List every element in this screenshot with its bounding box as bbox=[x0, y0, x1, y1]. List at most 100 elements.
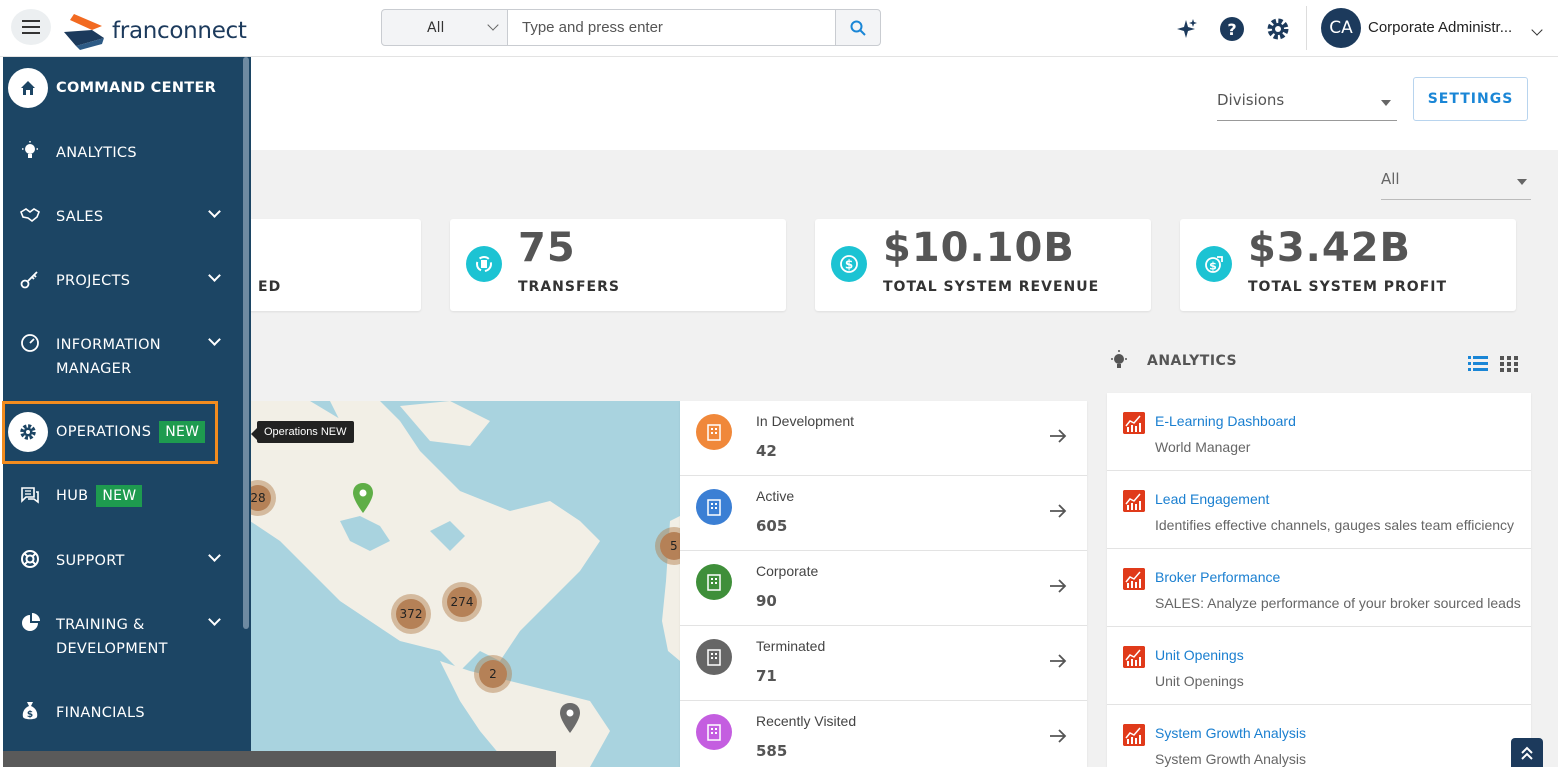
arrow-right-icon[interactable] bbox=[1049, 727, 1067, 745]
building-icon bbox=[696, 714, 732, 750]
map-cluster[interactable]: 2 bbox=[474, 655, 512, 693]
key-icon bbox=[19, 268, 41, 290]
sparkle-icon[interactable] bbox=[1170, 13, 1202, 45]
analytics-item-title[interactable]: Lead Engagement bbox=[1155, 491, 1269, 507]
search-button[interactable] bbox=[836, 10, 880, 45]
sidebar-item-sales[interactable]: SALES bbox=[3, 204, 238, 234]
transfer-icon bbox=[466, 246, 502, 282]
sidebar-item-hub-row: HUB NEW bbox=[56, 484, 143, 508]
arrow-right-icon[interactable] bbox=[1049, 502, 1067, 520]
sidebar-item-projects[interactable]: PROJECTS bbox=[3, 268, 238, 298]
svg-text:$: $ bbox=[1209, 260, 1217, 273]
sidebar-item-financials[interactable]: $ FINANCIALS bbox=[3, 700, 238, 730]
arrow-right-icon[interactable] bbox=[1049, 577, 1067, 595]
sidebar-item-label: SUPPORT bbox=[56, 553, 125, 569]
dollar-icon: $ bbox=[831, 246, 867, 282]
global-search: All bbox=[381, 9, 881, 46]
chevron-down-icon[interactable] bbox=[1531, 24, 1543, 36]
cluster-count: 2 bbox=[479, 660, 507, 688]
stat-card-transfers[interactable]: 75 TRANSFERS bbox=[450, 219, 786, 311]
status-row[interactable]: Active 605 bbox=[680, 476, 1087, 551]
report-chart-icon bbox=[1123, 646, 1145, 668]
top-bar: franconnect All ? CA Corporate Administr… bbox=[0, 0, 1558, 57]
caret-down-icon bbox=[1381, 100, 1391, 106]
analytics-item[interactable]: Broker Performance SALES: Analyze perfor… bbox=[1107, 549, 1531, 627]
stat-card-revenue[interactable]: $ $10.10B TOTAL SYSTEM REVENUE bbox=[815, 219, 1151, 311]
analytics-item-title[interactable]: E-Learning Dashboard bbox=[1155, 413, 1296, 429]
map-pin-icon[interactable] bbox=[353, 483, 373, 513]
home-icon bbox=[8, 68, 48, 108]
report-chart-icon bbox=[1123, 724, 1145, 746]
map-cluster[interactable]: 372 bbox=[391, 594, 431, 634]
settings-button[interactable]: SETTINGS bbox=[1413, 77, 1528, 121]
list-view-icon[interactable] bbox=[1468, 355, 1488, 373]
sidebar-item-analytics[interactable]: ANALYTICS bbox=[3, 140, 238, 170]
sidebar-item-command-center[interactable]: COMMAND CENTER bbox=[3, 68, 238, 108]
chevron-down-icon bbox=[208, 613, 221, 626]
svg-text:?: ? bbox=[1227, 20, 1236, 39]
sidebar-item-label-line2: MANAGER bbox=[56, 361, 132, 377]
locations-map[interactable]: 28 372 274 2 5 bbox=[250, 401, 680, 767]
stat-card-profit[interactable]: $ $3.42B TOTAL SYSTEM PROFIT bbox=[1180, 219, 1516, 311]
money-bag-icon: $ bbox=[19, 700, 41, 722]
sidebar-item-training-development[interactable]: TRAINING & DEVELOPMENT bbox=[3, 612, 238, 662]
sidebar-item-label: SALES bbox=[56, 209, 104, 225]
status-label: Recently Visited bbox=[756, 713, 857, 729]
status-row[interactable]: Corporate 90 bbox=[680, 551, 1087, 626]
handshake-icon bbox=[19, 204, 41, 226]
building-icon bbox=[696, 564, 732, 600]
sidebar-item-label: HUB bbox=[56, 488, 89, 504]
status-label: Active bbox=[756, 488, 795, 504]
help-icon[interactable]: ? bbox=[1216, 13, 1248, 45]
arrow-right-icon[interactable] bbox=[1049, 652, 1067, 670]
grid-view-icon[interactable] bbox=[1500, 355, 1518, 373]
franconnect-logo-mark bbox=[64, 14, 104, 50]
cluster-count: 28 bbox=[250, 485, 271, 511]
divisions-select[interactable]: Divisions bbox=[1217, 91, 1397, 121]
search-category-select[interactable]: All bbox=[382, 10, 507, 45]
status-label: Terminated bbox=[756, 638, 826, 654]
stat-value: 75 bbox=[518, 225, 576, 271]
lightbulb-icon bbox=[1111, 350, 1127, 368]
header-divider bbox=[1306, 6, 1307, 50]
gauge-icon bbox=[19, 332, 41, 354]
status-count: 605 bbox=[756, 517, 788, 535]
franconnect-logo[interactable]: franconnect bbox=[62, 12, 247, 50]
sidebar-item-label-line2: DEVELOPMENT bbox=[56, 641, 168, 657]
status-row[interactable]: Terminated 71 bbox=[680, 626, 1087, 701]
sidebar-scrollbar[interactable] bbox=[243, 57, 249, 629]
avatar[interactable]: CA bbox=[1321, 8, 1361, 48]
analytics-item[interactable]: System Growth Analysis System Growth Ana… bbox=[1107, 705, 1531, 767]
map-pin-icon[interactable] bbox=[560, 703, 580, 733]
analytics-item-title[interactable]: Unit Openings bbox=[1155, 647, 1244, 663]
new-badge: NEW bbox=[96, 485, 143, 507]
sidebar-item-information-manager[interactable]: INFORMATION MANAGER bbox=[3, 332, 238, 382]
filter-select[interactable]: All bbox=[1381, 170, 1531, 200]
hamburger-menu-icon[interactable] bbox=[11, 9, 51, 45]
scroll-to-top-button[interactable] bbox=[1511, 738, 1543, 767]
chevron-down-icon bbox=[208, 269, 221, 282]
status-row[interactable]: Recently Visited 585 bbox=[680, 701, 1087, 767]
analytics-item-desc: System Growth Analysis bbox=[1155, 751, 1306, 767]
sidebar-item-label: COMMAND CENTER bbox=[56, 80, 217, 96]
sidebar-item-support[interactable]: SUPPORT bbox=[3, 548, 238, 578]
caret-down-icon bbox=[1517, 179, 1527, 185]
analytics-item-title[interactable]: Broker Performance bbox=[1155, 569, 1280, 585]
arrow-right-icon[interactable] bbox=[1049, 427, 1067, 445]
logo-text: franconnect bbox=[112, 18, 247, 44]
status-count: 585 bbox=[756, 742, 788, 760]
gear-icon[interactable] bbox=[1262, 13, 1294, 45]
analytics-item-title[interactable]: System Growth Analysis bbox=[1155, 725, 1306, 741]
building-icon bbox=[696, 489, 732, 525]
map-cluster[interactable]: 274 bbox=[442, 582, 482, 622]
analytics-item[interactable]: Lead Engagement Identifies effective cha… bbox=[1107, 471, 1531, 549]
search-input[interactable] bbox=[507, 10, 836, 45]
sidebar-item-label: FINANCIALS bbox=[56, 705, 145, 721]
analytics-item[interactable]: E-Learning Dashboard World Manager bbox=[1107, 393, 1531, 471]
user-name[interactable]: Corporate Administr... bbox=[1368, 19, 1512, 36]
report-chart-icon bbox=[1123, 568, 1145, 590]
sidebar-item-hub[interactable]: HUB NEW bbox=[3, 484, 238, 514]
analytics-item[interactable]: Unit Openings Unit Openings bbox=[1107, 627, 1531, 705]
operations-tooltip: Operations NEW bbox=[251, 421, 354, 443]
status-row[interactable]: In Development 42 bbox=[680, 401, 1087, 476]
